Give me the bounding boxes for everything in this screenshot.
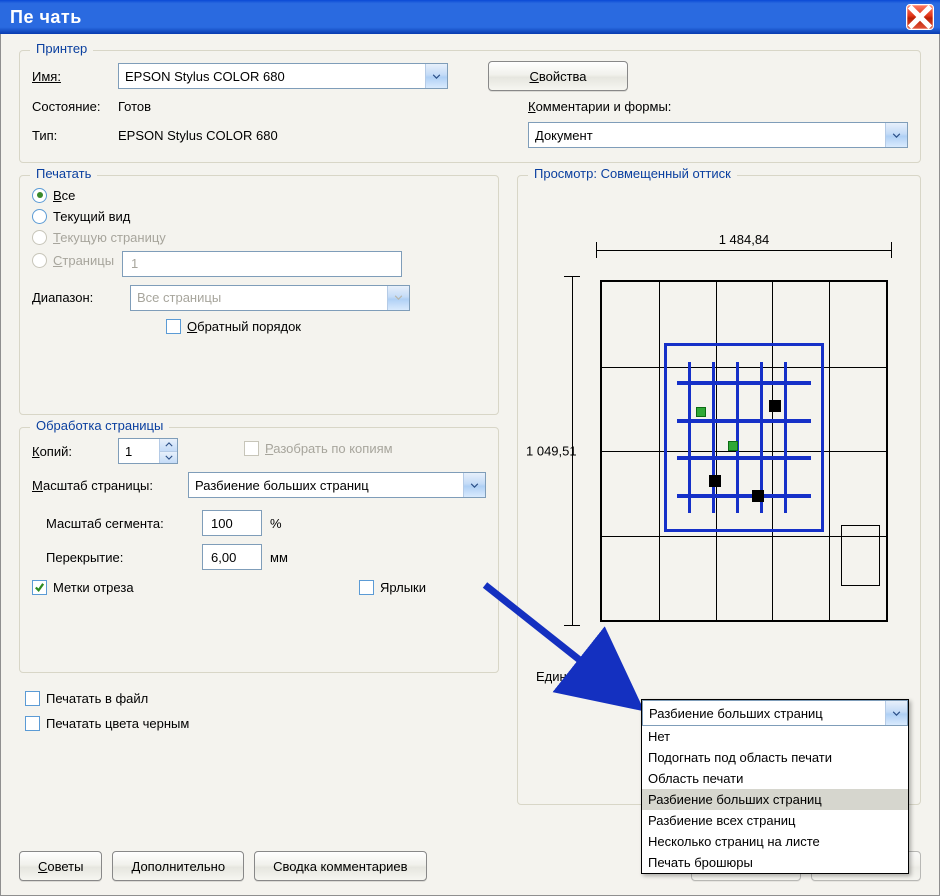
checkbox-icon — [32, 580, 47, 595]
tips-button[interactable]: Советы — [19, 851, 102, 881]
dropdown-selected[interactable]: Разбиение больших страниц — [642, 700, 908, 726]
checkbox-icon — [25, 691, 40, 706]
preview-page — [600, 280, 888, 622]
dialog-body: Принтер Имя: EPSON Stylus COLOR 680 Свой… — [0, 34, 940, 896]
chevron-down-icon — [885, 123, 907, 147]
radio-all[interactable]: Все — [32, 188, 75, 203]
window-title: Пе чать — [10, 7, 906, 28]
print-range-group: Печатать Все Текущий вид Текущую страниц… — [19, 175, 499, 415]
preview-height: 1 049,51 — [526, 444, 577, 459]
chevron-down-icon — [159, 452, 177, 464]
printer-type-label: Тип: — [32, 128, 110, 143]
printer-name-label: Имя: — [32, 69, 110, 84]
preview-width: 1 484,84 — [596, 232, 892, 247]
printer-status-label: Состояние: — [32, 99, 110, 114]
checkbox-icon — [25, 716, 40, 731]
spin-buttons[interactable] — [159, 439, 177, 463]
chevron-down-icon — [463, 473, 485, 497]
tile-scale-label: Масштаб сегмента: — [46, 516, 194, 531]
collate-check: Разобрать по копиям — [244, 441, 393, 456]
dropdown-item[interactable]: Подогнать под область печати — [642, 747, 908, 768]
page-scale-label: Масштаб страницы: — [32, 478, 180, 493]
properties-button[interactable]: Свойства — [488, 61, 628, 91]
ruler-horizontal: 1 484,84 — [596, 236, 892, 264]
page-scale-dropdown-popup: Разбиение больших страниц Нет Подогнать … — [641, 699, 909, 874]
radio-current-view[interactable]: Текущий вид — [32, 209, 130, 224]
print-black-check[interactable]: Печатать цвета черным — [25, 716, 189, 731]
checkbox-icon — [359, 580, 374, 595]
print-range-title: Печатать — [30, 166, 97, 181]
page-scale-select[interactable]: Разбиение больших страниц — [188, 472, 486, 498]
checkbox-icon — [244, 441, 259, 456]
chevron-down-icon — [387, 286, 409, 310]
page-handling-group: Обработка страницы Копий: 1 Разобрать по… — [19, 427, 499, 673]
ruler-vertical: 1 049,51 — [544, 276, 592, 626]
dropdown-item[interactable]: Нет — [642, 726, 908, 747]
radio-icon — [32, 230, 47, 245]
copies-spin[interactable]: 1 — [118, 438, 178, 464]
radio-icon — [32, 253, 47, 268]
printer-group: Принтер Имя: EPSON Stylus COLOR 680 Свой… — [19, 50, 921, 163]
comments-label: Комментарии и формы: — [528, 99, 908, 114]
print-to-file-check[interactable]: Печатать в файл — [25, 691, 148, 706]
radio-current-page: Текущую страницу — [32, 230, 166, 245]
dropdown-item[interactable]: Разбиение всех страниц — [642, 810, 908, 831]
tile-scale-unit: % — [270, 516, 282, 531]
comments-select[interactable]: Документ — [528, 122, 908, 148]
overlap-input[interactable] — [202, 544, 262, 570]
overlap-unit: мм — [270, 550, 288, 565]
overlap-label: Перекрытие: — [46, 550, 194, 565]
close-button[interactable] — [906, 4, 934, 30]
checkbox-icon — [166, 319, 181, 334]
printer-type-value: EPSON Stylus COLOR 680 — [118, 128, 278, 143]
copies-label: Копий: — [32, 444, 110, 459]
dropdown-list: Нет Подогнать под область печати Область… — [642, 726, 908, 873]
dropdown-item[interactable]: Печать брошюры — [642, 852, 908, 873]
dropdown-item[interactable]: Область печати — [642, 768, 908, 789]
page-handling-title: Обработка страницы — [30, 418, 169, 433]
preview-canvas: 1 484,84 1 049,51 — [536, 236, 902, 666]
chevron-up-icon — [159, 439, 177, 452]
reverse-check[interactable]: Обратный порядок — [166, 319, 301, 334]
pages-input — [122, 251, 402, 277]
chevron-down-icon — [885, 701, 907, 725]
summary-button[interactable]: Сводка комментариев — [254, 851, 427, 881]
radio-icon — [32, 209, 47, 224]
printer-group-title: Принтер — [30, 41, 93, 56]
preview-title: Просмотр: Совмещенный оттиск — [528, 166, 737, 181]
dropdown-item[interactable]: Разбиение больших страниц — [642, 789, 908, 810]
chevron-down-icon — [425, 64, 447, 88]
subset-select: Все страницы — [130, 285, 410, 311]
printer-name-select[interactable]: EPSON Stylus COLOR 680 — [118, 63, 448, 89]
close-icon — [907, 4, 933, 30]
title-bar: Пе чать — [0, 0, 940, 34]
printer-status-value: Готов — [118, 99, 151, 114]
units-line: Единицы: мм — [536, 669, 616, 684]
subset-label: Диапазон: — [32, 290, 122, 305]
labels-check[interactable]: Ярлыки — [359, 580, 426, 595]
advanced-button[interactable]: Дополнительно — [112, 851, 244, 881]
dropdown-item[interactable]: Несколько страниц на листе — [642, 831, 908, 852]
cut-marks-check[interactable]: Метки отреза — [32, 580, 134, 595]
tile-scale-input[interactable] — [202, 510, 262, 536]
radio-icon — [32, 188, 47, 203]
radio-pages: Страницы — [32, 253, 114, 268]
